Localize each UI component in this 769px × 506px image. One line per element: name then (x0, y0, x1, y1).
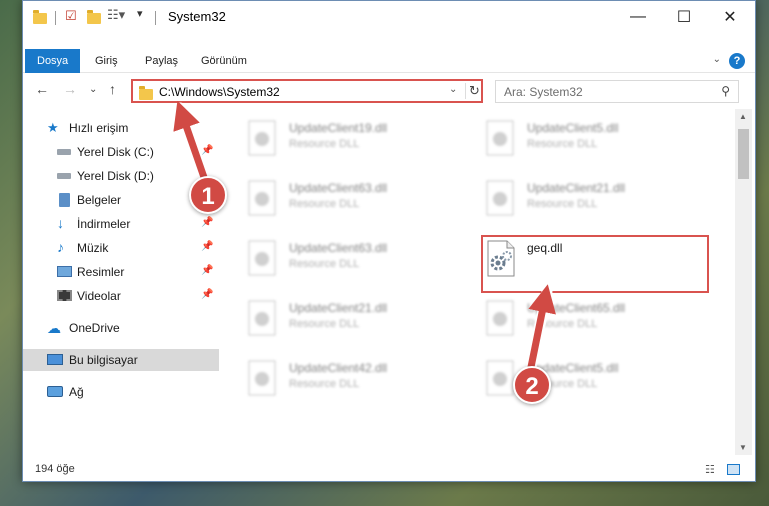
status-bar: 194 öğe ☷ (23, 459, 755, 481)
tab-view[interactable]: Görünüm (189, 49, 259, 73)
music-icon: ♪ (57, 239, 64, 255)
new-folder-icon[interactable] (87, 10, 101, 24)
large-icons-view-icon[interactable] (727, 464, 740, 475)
list-item[interactable]: UpdateClient65.dll Resource DLL (479, 295, 709, 347)
folder-icon (139, 86, 153, 100)
tab-home[interactable]: Giriş (83, 49, 130, 73)
dll-file-icon (245, 239, 281, 279)
sidebar-item-local-disk-c[interactable]: Yerel Disk (C:) 📌 (23, 141, 219, 163)
refresh-icon[interactable]: ↻ (469, 83, 480, 99)
download-icon: ↓ (57, 215, 64, 231)
close-button[interactable]: ✕ (707, 1, 753, 33)
sidebar-item-onedrive[interactable]: ☁ OneDrive (23, 317, 219, 339)
sidebar-item-videos[interactable]: Videolar 📌 (23, 285, 219, 307)
customize-toolbar-icon[interactable]: ▾ (137, 7, 143, 20)
properties-icon[interactable]: ☑ (65, 8, 77, 24)
sidebar-item-local-disk-d[interactable]: Yerel Disk (D:) (23, 165, 219, 187)
dll-file-icon (245, 119, 281, 159)
sidebar-item-this-pc[interactable]: Bu bilgisayar (23, 349, 219, 371)
pin-icon[interactable]: 📌 (201, 241, 213, 252)
star-icon: ★ (47, 120, 59, 135)
dll-file-icon (483, 119, 519, 159)
divider (55, 11, 56, 25)
pin-icon[interactable]: 📌 (201, 265, 213, 276)
view-options-icon[interactable]: ☷▾ (107, 7, 125, 23)
search-placeholder: Ara: System32 (504, 85, 583, 99)
divider (465, 83, 466, 99)
navigation-bar: ← → ⌄ ↑ C:\Windows\System32 ⌄ ↻ Ara: Sys… (23, 77, 755, 107)
navigation-pane: ★ Hızlı erişim Yerel Disk (C:) 📌 Yerel D… (23, 109, 219, 455)
list-item[interactable]: UpdateClient5.dll Resource DLL (479, 115, 709, 167)
documents-icon (59, 193, 70, 207)
pictures-icon (57, 266, 72, 277)
pin-icon[interactable]: 📌 (201, 217, 213, 228)
up-arrow-icon[interactable]: ↑ (109, 81, 116, 97)
list-item[interactable]: UpdateClient19.dll Resource DLL (241, 115, 471, 167)
minimize-button[interactable]: — (615, 1, 661, 33)
list-item[interactable]: UpdateClient21.dll Resource DLL (241, 295, 471, 347)
dll-file-icon (245, 179, 281, 219)
sidebar-item-network[interactable]: Ağ (23, 381, 219, 403)
list-item[interactable]: UpdateClient63.dll Resource DLL (241, 175, 471, 227)
dll-file-icon (483, 299, 519, 339)
scroll-up-icon[interactable]: ▲ (739, 112, 747, 121)
back-arrow-icon[interactable]: ← (35, 81, 49, 97)
list-item[interactable]: UpdateClient63.dll Resource DLL (241, 235, 471, 287)
details-view-icon[interactable]: ☷ (705, 463, 715, 476)
search-icon[interactable]: ⚲ (721, 84, 730, 98)
help-icon[interactable]: ? (729, 53, 745, 69)
scrollbar-thumb[interactable] (738, 129, 749, 179)
window-title: System32 (168, 9, 226, 24)
address-path: C:\Windows\System32 (159, 85, 280, 99)
pin-icon[interactable]: 📌 (201, 145, 213, 156)
scroll-down-icon[interactable]: ▼ (739, 443, 747, 452)
computer-icon (47, 354, 63, 365)
videos-icon (57, 290, 72, 301)
tab-file[interactable]: Dosya (25, 49, 81, 73)
file-explorer-window: ☑ ☷▾ ▾ System32 — ☐ ✕ Dosya Giriş Paylaş… (22, 0, 756, 482)
dll-file-icon (483, 179, 519, 219)
address-bar[interactable]: C:\Windows\System32 ⌄ ↻ (131, 79, 483, 103)
sidebar-item-music[interactable]: ♪ Müzik 📌 (23, 237, 219, 259)
tab-share[interactable]: Paylaş (133, 49, 190, 73)
divider (155, 11, 156, 25)
title-bar: ☑ ☷▾ ▾ System32 — ☐ ✕ (23, 1, 755, 33)
step-marker-2: 2 (513, 366, 551, 404)
forward-arrow-icon[interactable]: → (63, 81, 77, 97)
dll-file-icon (245, 359, 281, 399)
folder-icon (33, 10, 47, 24)
search-box[interactable]: Ara: System32 ⚲ (495, 80, 739, 103)
ribbon-tabs: Dosya Giriş Paylaş Görünüm ⌄ ? (23, 49, 755, 73)
pin-icon[interactable]: 📌 (201, 289, 213, 300)
file-list: UpdateClient19.dll Resource DLL UpdateCl… (219, 109, 735, 455)
maximize-button[interactable]: ☐ (661, 1, 707, 33)
drive-icon (57, 173, 71, 179)
vertical-scrollbar[interactable]: ▲ ▼ (735, 109, 752, 455)
sidebar-item-quick-access[interactable]: ★ Hızlı erişim (23, 117, 219, 139)
drive-icon (57, 149, 71, 155)
dll-file-icon (245, 299, 281, 339)
item-count: 194 öğe (35, 463, 75, 475)
address-dropdown-icon[interactable]: ⌄ (449, 84, 457, 95)
highlight-box (481, 235, 709, 293)
step-marker-1: 1 (189, 176, 227, 214)
expand-ribbon-icon[interactable]: ⌄ (713, 54, 721, 65)
list-item[interactable]: UpdateClient42.dll Resource DLL (241, 355, 471, 407)
sidebar-item-downloads[interactable]: ↓ İndirmeler 📌 (23, 213, 219, 235)
network-icon (47, 386, 63, 397)
recent-locations-icon[interactable]: ⌄ (89, 84, 97, 95)
list-item[interactable]: UpdateClient21.dll Resource DLL (479, 175, 709, 227)
sidebar-item-pictures[interactable]: Resimler 📌 (23, 261, 219, 283)
cloud-icon: ☁ (47, 320, 61, 336)
